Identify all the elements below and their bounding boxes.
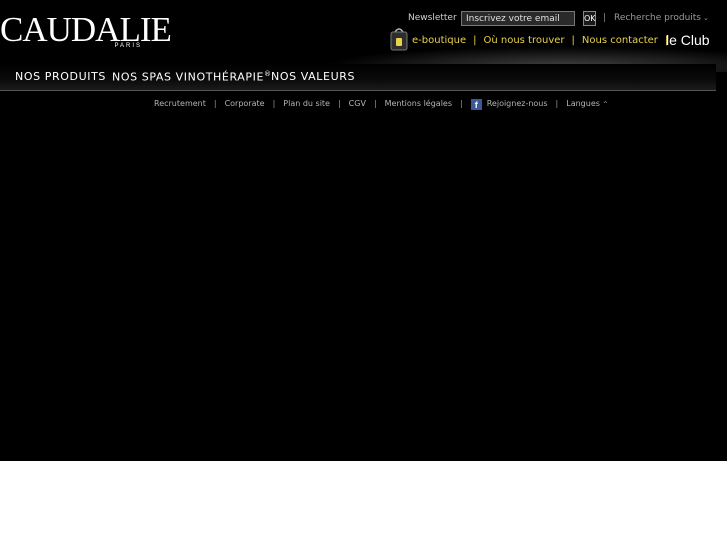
- chevron-down-icon: ⌄: [703, 14, 709, 22]
- footer-link-corporate[interactable]: Corporate: [225, 99, 265, 108]
- le-club-link[interactable]: le Club: [666, 32, 710, 48]
- languages-dropdown[interactable]: Langues ^: [566, 99, 608, 108]
- languages-label: Langues: [566, 99, 600, 108]
- nav-spas[interactable]: NOS SPAS VINOTHÉRAPIE®: [112, 70, 272, 84]
- separator: |: [373, 99, 377, 108]
- eboutique-link[interactable]: e-boutique: [412, 35, 466, 46]
- logo-wordmark: CAUDALIE: [0, 10, 172, 49]
- separator: |: [460, 99, 463, 108]
- logo[interactable]: CAUDALIE PARIS: [0, 10, 172, 52]
- separator: |: [571, 35, 575, 46]
- header-links: e-boutique | Où nous trouver | Nous contacte…: [412, 35, 675, 46]
- facebook-link[interactable]: f Rejoignez-nous: [470, 99, 548, 110]
- footer-link-sitemap[interactable]: Plan du site: [283, 99, 330, 108]
- separator: |: [555, 99, 559, 108]
- footer-link-legal[interactable]: Mentions légales: [385, 99, 452, 108]
- store-locator-link[interactable]: Où nous trouver: [483, 35, 564, 46]
- newsletter-email-input[interactable]: [461, 11, 575, 26]
- separator: |: [337, 99, 341, 108]
- nav-values[interactable]: NOS VALEURS: [271, 70, 355, 83]
- separator: |: [213, 99, 217, 108]
- separator: |: [603, 13, 607, 23]
- newsletter-ok-button[interactable]: OK: [583, 11, 596, 26]
- main-nav-bar: [0, 64, 716, 91]
- contact-link[interactable]: Nous contacter: [582, 35, 658, 46]
- footer-link-cgv[interactable]: CGV: [349, 99, 366, 108]
- footer-link-recrutement[interactable]: Recrutement: [154, 99, 206, 108]
- search-products-label: Recherche produits: [614, 13, 701, 23]
- facebook-icon: f: [470, 99, 482, 110]
- nav-products[interactable]: NOS PRODUITS: [15, 70, 106, 83]
- footer-links: Recrutement | Corporate | Plan du site | CGV | M…: [154, 99, 608, 110]
- logo-subtitle: PARIS: [114, 43, 142, 49]
- nav-spas-label: NOS SPAS VINOTHÉRAPIE: [112, 70, 265, 84]
- chevron-up-icon: ^: [602, 101, 608, 108]
- shopping-bag-icon[interactable]: [389, 26, 409, 52]
- facebook-link-label: Rejoignez-nous: [486, 99, 548, 108]
- separator: |: [473, 35, 477, 46]
- search-products-dropdown[interactable]: Recherche produits ⌄: [614, 13, 709, 23]
- page-stage: CAUDALIE PARIS Newsletter OK | Recherche…: [0, 0, 727, 461]
- separator: |: [272, 99, 276, 108]
- newsletter-label: Newsletter: [408, 13, 457, 23]
